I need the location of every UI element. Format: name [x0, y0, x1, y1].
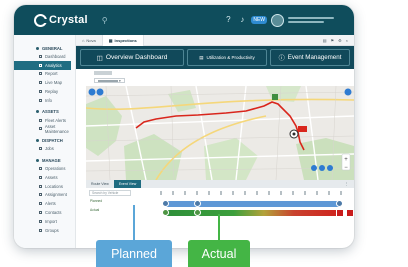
planned-start-marker[interactable] [162, 200, 169, 207]
new-badge: NEW [251, 16, 267, 24]
brand-name: Crystal [49, 14, 88, 26]
timeline-rows: Planned Actual [86, 198, 354, 228]
sidebar-item-operations[interactable]: Operations [14, 164, 75, 173]
sidebar-item-import[interactable]: Import [14, 217, 75, 226]
sidebar-section-general: GENERAL [14, 44, 75, 52]
grid-icon: ▦ [108, 37, 113, 43]
timeline-row-actual[interactable]: Actual [90, 208, 354, 217]
route-map[interactable]: + − [86, 86, 354, 180]
svg-text:−: − [344, 165, 348, 171]
overview-dashboard-button[interactable]: ◫ Overview Dashboard [80, 49, 184, 66]
event-management-button[interactable]: ⓘ Event Management [270, 49, 350, 66]
close-icon[interactable]: × [346, 38, 348, 43]
sidebar-item-info[interactable]: Info [14, 96, 75, 105]
planned-bar[interactable] [166, 201, 341, 207]
timeline-scale [160, 190, 350, 196]
timeline-row-planned[interactable]: Planned [90, 199, 352, 208]
bookmark-icon[interactable]: ⚑ [330, 38, 334, 43]
planned-end-marker[interactable] [336, 200, 343, 207]
actual-start-marker[interactable] [162, 209, 169, 216]
top-right-controls: ? ♪ NEW [223, 13, 342, 27]
tab-nova[interactable]: ⌂ Nova [76, 35, 102, 46]
svg-text:+: + [344, 157, 348, 163]
actual-end-marker[interactable] [336, 209, 344, 217]
settings-icon[interactable]: ⚙ [338, 38, 342, 43]
dashboard-icon: ◫ [96, 54, 103, 62]
sidebar-item-assignment[interactable]: Assignment [14, 191, 75, 200]
sidebar-section-dispatch: DISPATCH [14, 136, 75, 144]
sidebar-section-assets: ASSETS [14, 108, 75, 116]
layout-icon[interactable]: ▤ [323, 38, 327, 43]
tab-row: ⌂ Nova ▦ Inspections ▤ ⚑ ⚙ × [76, 34, 354, 46]
tab-route-view[interactable]: Route View [86, 180, 114, 188]
home-icon: ⌂ [82, 37, 85, 43]
tab-event-view[interactable]: Event View [113, 180, 142, 188]
user-info[interactable] [288, 17, 342, 23]
actual-callout: Actual [188, 240, 250, 267]
sidebar-item-analytics[interactable]: Analytics [14, 60, 71, 70]
sidebar-item-live-map[interactable]: Live Map [14, 78, 75, 87]
document-icon: ▤ [199, 54, 204, 60]
actual-alert-marker[interactable] [346, 209, 354, 217]
avatar[interactable] [271, 13, 284, 27]
sidebar-item-alerts[interactable]: Alerts [14, 199, 75, 208]
tab-inspections[interactable]: ▦ Inspections [101, 34, 144, 46]
top-bar: Crystal ⚲ ? ♪ NEW [14, 5, 354, 35]
date-select[interactable]: ▾ [94, 78, 125, 83]
utilization-button[interactable]: ▤ Utilization & Productivity [187, 49, 267, 66]
sidebar-item-replay[interactable]: Replay [14, 87, 75, 96]
row-label-actual: Actual [90, 208, 100, 212]
sidebar-item-jobs[interactable]: Jobs [14, 144, 75, 153]
logo-icon [34, 13, 48, 27]
search-icon[interactable]: ⚲ [102, 16, 108, 25]
dashboard-bar: ◫ Overview Dashboard ▤ Utilization & Pro… [76, 46, 354, 69]
sidebar-item-report[interactable]: Report [14, 70, 75, 79]
brand-logo[interactable]: Crystal [34, 13, 88, 27]
sidebar-item-groups[interactable]: Groups [14, 226, 75, 235]
planned-callout: Planned [96, 240, 172, 267]
filter-label [94, 71, 112, 75]
map-canvas: + − [86, 86, 354, 180]
help-icon[interactable]: ? [223, 15, 233, 25]
sidebar-section-manage: MANAGE [14, 156, 75, 164]
planned-pointer [133, 205, 135, 240]
bell-icon[interactable]: ♪ [237, 15, 247, 25]
actual-pointer [218, 214, 220, 240]
sidebar-item-asset-maintenance[interactable]: Asset Maintenance [14, 124, 75, 134]
app-window: Crystal ⚲ ? ♪ NEW GENERAL Dashboard Anal… [14, 5, 354, 248]
sidebar-item-contacts[interactable]: Contacts [14, 208, 75, 217]
sidebar-item-assets[interactable]: Assets [14, 173, 75, 182]
row-label-planned: Planned [90, 199, 103, 203]
info-icon: ⓘ [278, 55, 285, 62]
sidebar: GENERAL Dashboard Analytics Report Live … [14, 35, 76, 248]
sidebar-item-locations[interactable]: Locations [14, 182, 75, 191]
actual-stop-marker[interactable] [194, 209, 201, 216]
vehicle-search-input[interactable]: Search by Vehicle [89, 190, 131, 196]
timeline-header: Route View Event View ⋮ [86, 180, 354, 188]
timeline-menu-icon[interactable]: ⋮ [345, 182, 355, 186]
actual-bar[interactable] [166, 210, 344, 216]
tab-row-controls: ▤ ⚑ ⚙ × [323, 38, 354, 43]
sidebar-item-dashboard[interactable]: Dashboard [14, 52, 75, 61]
filter-bar: ▾ [76, 69, 354, 86]
planned-stop-marker[interactable] [194, 200, 201, 207]
